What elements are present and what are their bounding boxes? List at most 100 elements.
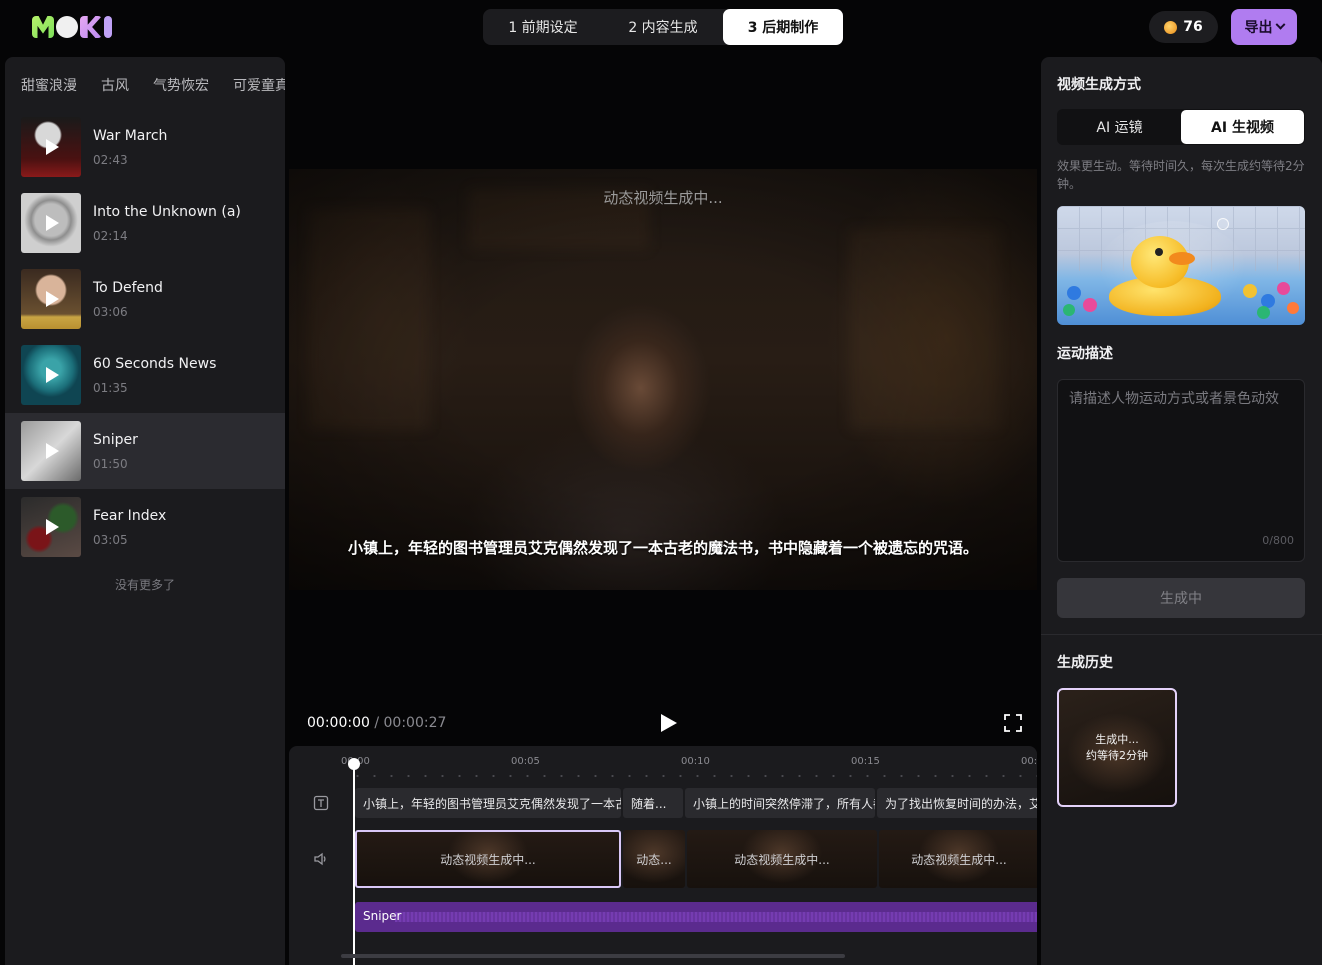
track-item[interactable]: Into the Unknown (a) 02:14: [5, 185, 285, 261]
tab-sweet-romance[interactable]: 甜蜜浪漫: [21, 75, 77, 95]
export-label: 导出: [1244, 20, 1273, 36]
track-duration: 01:35: [93, 380, 128, 395]
time-separator: /: [374, 715, 380, 731]
generation-mode-title: 视频生成方式: [1057, 77, 1141, 93]
track-item[interactable]: Fear Index 03:05: [5, 489, 285, 565]
playhead-handle[interactable]: [348, 758, 360, 770]
play-icon[interactable]: [46, 367, 59, 383]
export-button[interactable]: 导出: [1231, 9, 1297, 45]
volume-icon[interactable]: [313, 851, 329, 867]
tick-label: 00:20: [1021, 756, 1037, 767]
track-duration: 01:50: [93, 456, 128, 471]
tick-label: 00:10: [681, 756, 710, 767]
track-name: War March: [93, 127, 168, 144]
subtitle-clip[interactable]: 为了找出恢复时间的办法，艾克: [877, 788, 1037, 818]
video-clip[interactable]: 动态...: [623, 830, 685, 888]
track-name: Fear Index: [93, 507, 167, 524]
track-cover: [21, 421, 81, 481]
audio-track[interactable]: Sniper: [355, 902, 1037, 932]
mode-ai-video[interactable]: AI 生视频: [1181, 110, 1304, 144]
track-cover: [21, 269, 81, 329]
tick-label: 00:05: [511, 756, 540, 767]
track-cover: [21, 117, 81, 177]
track-item[interactable]: To Defend 03:06: [5, 261, 285, 337]
tab-cute[interactable]: 可爱童真: [233, 75, 285, 95]
coin-balance[interactable]: 76: [1149, 11, 1218, 43]
track-name: Sniper: [93, 431, 138, 448]
step-switcher: 1 前期设定 2 内容生成 3 后期制作: [483, 9, 843, 45]
playhead[interactable]: [353, 764, 355, 965]
subtitle-clip[interactable]: 小镇上，年轻的图书管理员艾克偶然发现了一本古老的魔法书: [355, 788, 621, 818]
track-cover: [21, 497, 81, 557]
play-icon[interactable]: [46, 215, 59, 231]
history-wait-time: 约等待2分钟: [1086, 748, 1148, 762]
subtitle-track: 小镇上，年轻的图书管理员艾克偶然发现了一本古老的魔法书 随着... 小镇上的时间…: [355, 788, 1037, 818]
step-post-production[interactable]: 3 后期制作: [723, 9, 843, 45]
motion-title: 运动描述: [1057, 346, 1113, 362]
audio-waveform: [395, 912, 1037, 922]
track-name: Into the Unknown (a): [93, 203, 241, 220]
step-content-generation[interactable]: 2 内容生成: [603, 9, 723, 45]
track-duration: 02:14: [93, 228, 128, 243]
music-category-tabs: 甜蜜浪漫 古风 气势恢宏 可爱童真: [5, 57, 285, 95]
chevron-down-icon: [1275, 19, 1285, 30]
time-ruler[interactable]: [349, 774, 1037, 778]
play-icon[interactable]: [46, 443, 59, 459]
sample-preview-image: [1057, 206, 1305, 325]
music-library-panel: 甜蜜浪漫 古风 气势恢宏 可爱童真 War March 02:43 Into t…: [5, 57, 285, 965]
subtitle-clip[interactable]: 随着...: [623, 788, 683, 818]
tab-ancient-style[interactable]: 古风: [101, 75, 129, 95]
playback-time: 00:00:00 / 00:00:27: [307, 715, 446, 731]
timeline-scrollbar[interactable]: [341, 954, 845, 958]
subtitle-text: 小镇上，年轻的图书管理员艾克偶然发现了一本古老的魔法书，书中隐藏着一个被遗忘的咒…: [347, 539, 978, 557]
play-icon[interactable]: [46, 519, 59, 535]
mode-hint: 效果更生动。等待时间久，每次生成约等待2分钟。: [1057, 159, 1305, 191]
track-list: War March 02:43 Into the Unknown (a) 02:…: [5, 109, 285, 565]
audio-track-label: Sniper: [363, 909, 402, 923]
track-duration: 02:43: [93, 152, 128, 167]
motion-input-box: 0/800: [1057, 379, 1305, 562]
app-root: 1 前期设定 2 内容生成 3 后期制作 76 导出 甜蜜浪漫 古风 气势恢宏 …: [0, 0, 1322, 965]
motion-description-input[interactable]: [1069, 388, 1293, 528]
track-cover: [21, 193, 81, 253]
track-duration: 03:06: [93, 304, 128, 319]
track-name: 60 Seconds News: [93, 355, 217, 372]
track-cover: [21, 345, 81, 405]
total-time: 00:00:27: [383, 715, 447, 731]
moki-logo: [32, 14, 112, 40]
track-item[interactable]: 60 Seconds News 01:35: [5, 337, 285, 413]
tick-label: 00:15: [851, 756, 880, 767]
history-status: 生成中...: [1095, 732, 1139, 746]
current-time: 00:00:00: [307, 715, 370, 731]
video-clip[interactable]: 动态视频生成中...: [687, 830, 877, 888]
coin-icon: [1164, 20, 1178, 34]
fullscreen-icon[interactable]: [1004, 714, 1022, 732]
track-duration: 03:05: [93, 532, 128, 547]
video-track: 动态视频生成中... 动态... 动态视频生成中... 动态视频生成中...: [355, 830, 1037, 888]
generation-panel: 视频生成方式 AI 运镜 AI 生视频 效果更生动。等待时间久，每次生成约等待2…: [1041, 57, 1322, 965]
char-counter: 0/800: [1262, 534, 1294, 547]
play-icon[interactable]: [46, 139, 59, 155]
mode-ai-camera[interactable]: AI 运镜: [1058, 110, 1181, 144]
play-icon[interactable]: [46, 291, 59, 307]
track-name: To Defend: [93, 279, 163, 296]
subtitle-clip[interactable]: 小镇上的时间突然停滞了，所有人都陷入沉睡: [685, 788, 875, 818]
timeline-panel: 00:00 00:05 00:10 00:15 00:20 小镇上，年轻的图书管…: [289, 746, 1037, 965]
step-pre-setting[interactable]: 1 前期设定: [483, 9, 603, 45]
play-button[interactable]: [661, 714, 677, 732]
divider: [1041, 634, 1322, 635]
track-item[interactable]: Sniper 01:50: [5, 413, 285, 489]
generation-status: 动态视频生成中...: [603, 189, 723, 207]
tab-epic[interactable]: 气势恢宏: [153, 75, 209, 95]
video-preview[interactable]: 动态视频生成中... 小镇上，年轻的图书管理员艾克偶然发现了一本古老的魔法书，书…: [289, 169, 1037, 590]
history-title: 生成历史: [1057, 655, 1113, 671]
video-clip[interactable]: 动态视频生成中...: [355, 830, 621, 888]
history-item[interactable]: 生成中... 约等待2分钟: [1057, 688, 1177, 807]
generate-button[interactable]: 生成中: [1057, 578, 1305, 618]
no-more-text: 没有更多了: [114, 578, 175, 592]
coin-count: 76: [1183, 19, 1203, 35]
text-track-icon: [313, 795, 329, 811]
video-clip[interactable]: 动态视频生成中...: [879, 830, 1037, 888]
mode-toggle: AI 运镜 AI 生视频: [1057, 109, 1305, 145]
track-item[interactable]: War March 02:43: [5, 109, 285, 185]
